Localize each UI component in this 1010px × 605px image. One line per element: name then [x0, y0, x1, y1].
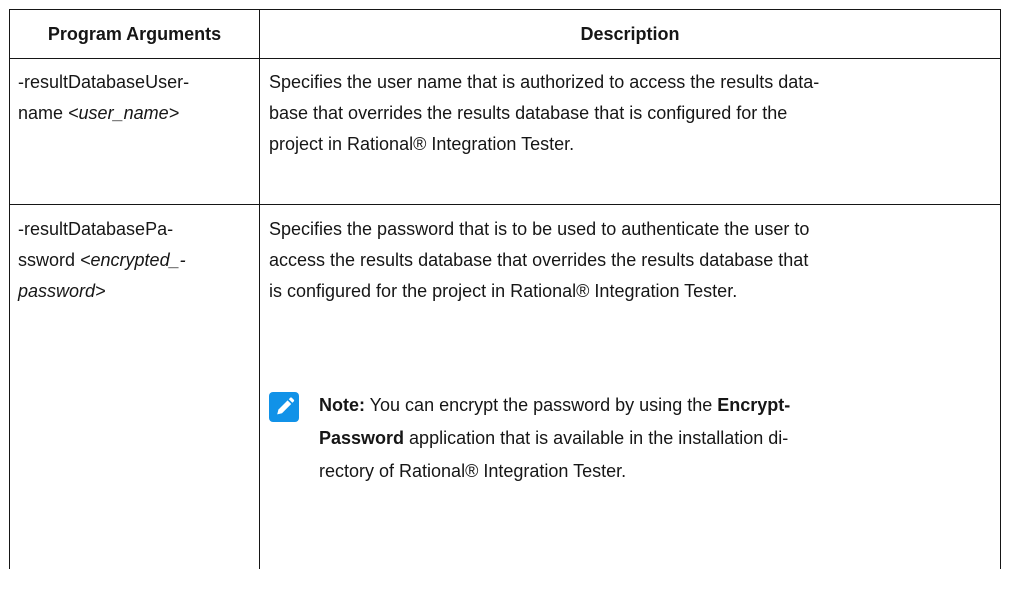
- header-program-arguments: Program Arguments: [47, 24, 222, 44]
- pencil-note-icon: [269, 392, 299, 422]
- argument-name-part1: -resultDatabasePa-: [18, 219, 174, 239]
- table-header-row: Program Arguments Description: [10, 10, 1000, 59]
- app-name-part2: Password: [319, 428, 405, 448]
- argument-cell: -resultDatabasePa- ssword <encrypted_- p…: [18, 214, 254, 307]
- table-row: -resultDatabaseUser- name <user_name> Sp…: [10, 59, 1000, 205]
- argument-cell: -resultDatabaseUser- name <user_name>: [18, 67, 254, 129]
- table-row: -resultDatabasePa- ssword <encrypted_- p…: [10, 205, 1000, 605]
- description-line: Specifies the user name that is authoriz…: [269, 72, 820, 92]
- description-line: project in Rational® Integration Tester.: [269, 134, 575, 154]
- description-cell: Specifies the password that is to be use…: [269, 214, 989, 307]
- arguments-table: Program Arguments Description -resultDat…: [9, 9, 1001, 569]
- note-line: Note: You can encrypt the password by us…: [319, 389, 989, 422]
- note-line: rectory of Rational® Integration Tester.: [319, 461, 627, 481]
- app-name-part1: Encrypt-: [717, 395, 791, 415]
- description-cell: Specifies the user name that is authoriz…: [269, 67, 989, 160]
- note-box: Note: You can encrypt the password by us…: [269, 389, 989, 499]
- argument-name-part2: ssword <encrypted_-: [18, 245, 254, 276]
- argument-placeholder: <encrypted_-: [80, 250, 186, 270]
- note-text-part: You can encrypt the password by using th…: [365, 395, 718, 415]
- note-text: Note: You can encrypt the password by us…: [319, 389, 989, 488]
- description-line: is configured for the project in Rationa…: [269, 281, 738, 301]
- note-line: Password application that is available i…: [319, 422, 989, 455]
- argument-name-tail: ssword: [18, 250, 81, 270]
- note-label: Note:: [319, 395, 365, 415]
- description-line: base that overrides the results database…: [269, 103, 788, 123]
- argument-name-part1: -resultDatabaseUser-: [18, 72, 190, 92]
- argument-placeholder: <user_name>: [68, 103, 180, 123]
- argument-name-tail: name: [18, 103, 69, 123]
- description-line: access the results database that overrid…: [269, 250, 809, 270]
- note-text-part: application that is available in the ins…: [404, 428, 789, 448]
- argument-placeholder-cont: password>: [18, 281, 106, 301]
- header-description: Description: [580, 24, 680, 44]
- argument-name-part2: name <user_name>: [18, 98, 254, 129]
- description-line: Specifies the password that is to be use…: [269, 219, 810, 239]
